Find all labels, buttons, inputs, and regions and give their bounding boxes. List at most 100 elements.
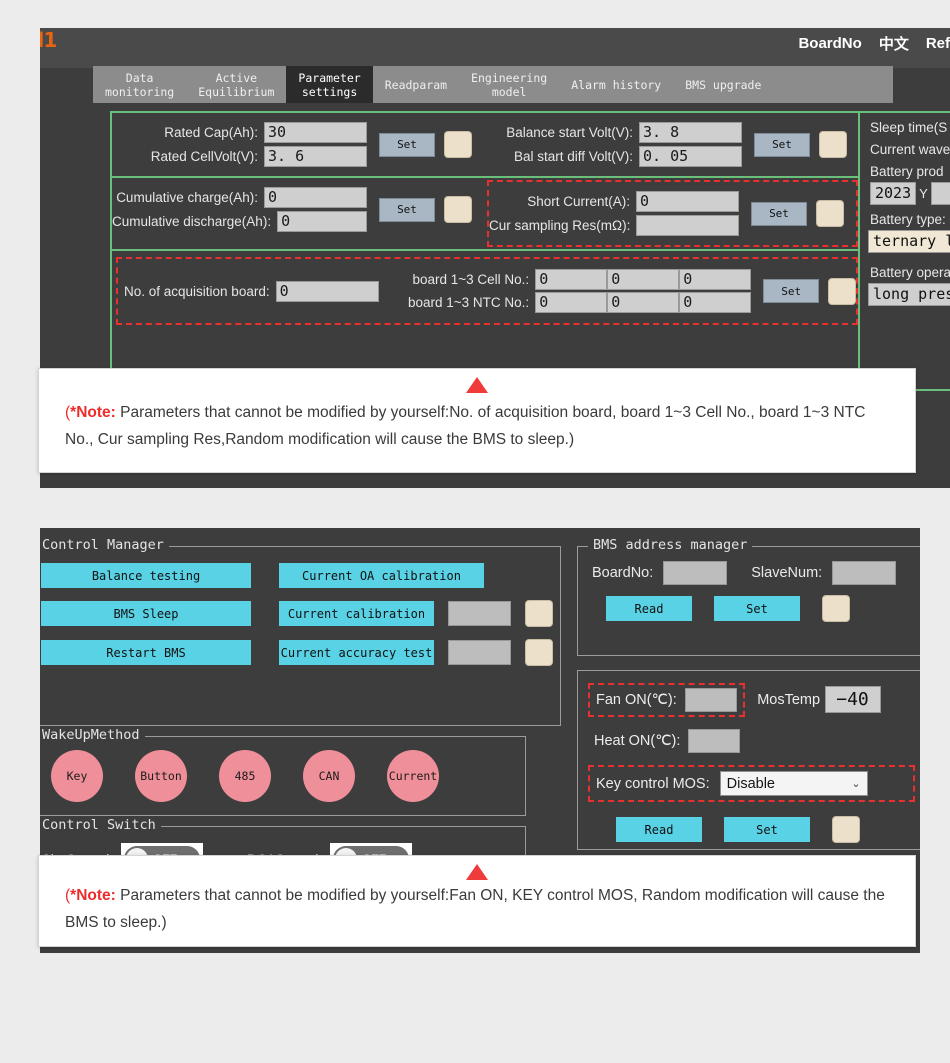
ntc-no-input-3[interactable]: 0 xyxy=(679,292,752,313)
battery-prod-year-input[interactable]: 2023 xyxy=(870,182,917,205)
acquisition-status-indicator[interactable] xyxy=(828,277,857,305)
tab-readparam[interactable]: Readparam xyxy=(373,66,459,103)
rated-set-button[interactable]: Set xyxy=(379,132,435,157)
slavenum-input[interactable] xyxy=(832,561,897,585)
current-calibration-button[interactable]: Current calibration xyxy=(279,601,434,626)
cur-sampling-field: Cur sampling Res(mΩ): xyxy=(489,215,739,236)
cell-no-input-1[interactable]: 0 xyxy=(535,269,608,290)
wakeup-485-button[interactable]: 485 xyxy=(219,750,271,802)
cell-no-input-2[interactable]: 0 xyxy=(607,269,680,290)
balance-set-button[interactable]: Set xyxy=(754,132,810,157)
boardno-input[interactable] xyxy=(663,561,728,585)
cum-discharge-input[interactable]: 0 xyxy=(277,211,367,232)
tab-active-equilibrium[interactable]: Active Equilibrium xyxy=(186,66,286,103)
tab-label-line1: Parameter xyxy=(298,70,361,85)
short-current-set-button[interactable]: Set xyxy=(751,201,807,226)
wakeup-button-button[interactable]: Button xyxy=(135,750,187,802)
restart-bms-button[interactable]: Restart BMS xyxy=(41,640,251,665)
short-current-actions: Set xyxy=(751,200,844,227)
wakeup-can-button[interactable]: CAN xyxy=(303,750,355,802)
tab-data-monitoring[interactable]: Data monitoring xyxy=(93,66,186,103)
parameter-form-area: Rated Cap(Ah): 30 Rated CellVolt(V): 3. … xyxy=(110,111,950,391)
current-calibration-input[interactable] xyxy=(448,601,511,626)
bms-sleep-button[interactable]: BMS Sleep xyxy=(41,601,251,626)
rated-group: Rated Cap(Ah): 30 Rated CellVolt(V): 3. … xyxy=(112,113,487,176)
tab-label-line2: monitoring xyxy=(105,84,175,99)
rated-cap-label: Rated Cap(Ah): xyxy=(164,125,258,140)
tab-label-line1: Engineering xyxy=(471,70,548,85)
bal-diff-field: Bal start diff Volt(V): 0. 05 xyxy=(487,146,742,167)
battery-type-value[interactable]: ternary li xyxy=(868,230,950,253)
note-2-keyword: *Note: xyxy=(70,887,116,904)
cumulative-status-indicator[interactable] xyxy=(444,196,472,223)
rated-cap-input[interactable]: 30 xyxy=(264,122,367,143)
address-read-button[interactable]: Read xyxy=(606,596,692,621)
current-accuracy-indicator[interactable] xyxy=(525,639,553,666)
tab-parameter-settings[interactable]: Parameter settings xyxy=(286,66,373,103)
short-current-input[interactable]: 0 xyxy=(636,191,739,212)
balance-status-indicator[interactable] xyxy=(819,131,847,158)
cumulative-actions: Set xyxy=(379,196,472,223)
balance-start-input[interactable]: 3. 8 xyxy=(639,122,742,143)
fan-status-indicator[interactable] xyxy=(832,816,860,843)
tab-alarm-history[interactable]: Alarm history xyxy=(559,66,673,103)
ntc-no-input-1[interactable]: 0 xyxy=(535,292,608,313)
cell-no-input-3[interactable]: 0 xyxy=(679,269,752,290)
tab-label-line1: Data xyxy=(125,70,154,85)
parameter-right-column: Sleep time(S Current wave Battery prod 2… xyxy=(860,113,950,389)
titlebar-actions: BoardNo 中文 Ref xyxy=(798,33,950,54)
cur-sampling-input[interactable] xyxy=(636,215,739,236)
address-set-button[interactable]: Set xyxy=(714,596,800,621)
tab-label-line2: settings xyxy=(301,84,358,99)
key-control-mos-label: Key control MOS: xyxy=(596,775,710,792)
current-0a-calibration-button[interactable]: Current OA calibration xyxy=(279,563,484,588)
sleep-time-label: Sleep time(S xyxy=(870,120,948,135)
rated-status-indicator[interactable] xyxy=(444,131,472,158)
fan-set-button[interactable]: Set xyxy=(724,817,810,842)
heat-on-input[interactable] xyxy=(688,729,741,753)
param-row-rated: Rated Cap(Ah): 30 Rated CellVolt(V): 3. … xyxy=(112,113,858,178)
balance-group: Balance start Volt(V): 3. 8 Bal start di… xyxy=(487,113,858,176)
battery-operation-value[interactable]: long press xyxy=(868,283,950,306)
tab-label-line2: model xyxy=(491,84,527,99)
cumulative-set-button[interactable]: Set xyxy=(379,197,435,222)
acquisition-group-highlighted: No. of acquisition board: 0 board 1~3 Ce… xyxy=(116,257,859,325)
current-accuracy-input[interactable] xyxy=(448,640,511,665)
control-manager-row-2: BMS Sleep Current calibration xyxy=(41,600,560,627)
current-calibration-indicator[interactable] xyxy=(525,600,553,627)
balance-testing-button[interactable]: Balance testing xyxy=(41,563,251,588)
year-unit-label: Y xyxy=(919,186,928,201)
ntc-no-input-2[interactable]: 0 xyxy=(607,292,680,313)
address-status-indicator[interactable] xyxy=(822,595,850,622)
balance-start-field: Balance start Volt(V): 3. 8 xyxy=(487,122,742,143)
language-toggle[interactable]: 中文 xyxy=(879,33,909,54)
fan-on-input[interactable] xyxy=(684,688,737,712)
rated-cap-field: Rated Cap(Ah): 30 xyxy=(112,122,367,143)
heat-on-label: Heat ON(℃): xyxy=(594,733,681,749)
tab-engineering-model[interactable]: Engineering model xyxy=(459,66,559,103)
fan-read-button[interactable]: Read xyxy=(616,817,702,842)
control-manager-row-1: Balance testing Current OA calibration xyxy=(41,563,560,588)
acquisition-set-button[interactable]: Set xyxy=(763,279,820,303)
rated-cellvolt-input[interactable]: 3. 6 xyxy=(264,146,367,167)
bal-diff-input[interactable]: 0. 05 xyxy=(639,146,742,167)
short-current-status-indicator[interactable] xyxy=(816,200,844,227)
acq-board-input[interactable]: 0 xyxy=(275,280,379,302)
chevron-down-icon: ⌄ xyxy=(851,778,861,790)
cum-charge-input[interactable]: 0 xyxy=(264,187,367,208)
current-wave-label: Current wave xyxy=(870,142,950,157)
battery-prod-month-input[interactable] xyxy=(930,182,950,205)
tab-bms-upgrade[interactable]: BMS upgrade xyxy=(673,66,773,103)
control-manager-group: Control Manager Balance testing Current … xyxy=(40,537,561,726)
key-control-mos-select[interactable]: Disable ⌄ xyxy=(719,771,868,796)
refresh-menu[interactable]: Ref xyxy=(926,35,950,52)
cell-no-label: board 1~3 Cell No.: xyxy=(412,272,530,287)
current-accuracy-test-button[interactable]: Current accuracy test xyxy=(279,640,434,665)
param-row-cumulative: Cumulative charge(Ah): 0 Cumulative disc… xyxy=(112,178,858,251)
short-current-label: Short Current(A): xyxy=(527,194,630,209)
wakeup-current-button[interactable]: Current xyxy=(387,750,439,802)
wakeup-key-button[interactable]: Key xyxy=(51,750,103,802)
key-control-mos-highlighted: Key control MOS: Disable ⌄ xyxy=(588,765,915,802)
boardno-menu[interactable]: BoardNo xyxy=(798,35,861,52)
tab-label-line1: Alarm history xyxy=(571,77,662,92)
